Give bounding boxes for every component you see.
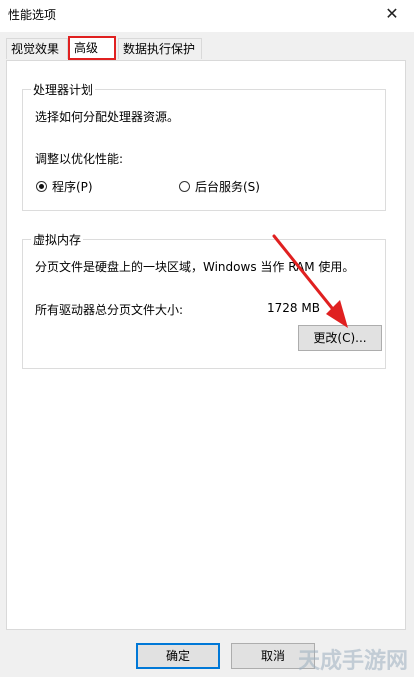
title-bar: 性能选项 ✕ bbox=[0, 0, 414, 32]
watermark: 天成手游网 bbox=[297, 649, 408, 674]
processor-scheduling-group: 处理器计划 选择如何分配处理器资源。 调整以优化性能: 程序(P) 后台服务(S… bbox=[22, 81, 386, 211]
virtual-memory-description: 分页文件是硬盘上的一块区域，Windows 当作 RAM 使用。 bbox=[35, 260, 355, 274]
processor-scheduling-title: 处理器计划 bbox=[31, 81, 96, 98]
window-title: 性能选项 bbox=[8, 8, 57, 22]
tab-advanced[interactable]: 高级 bbox=[68, 36, 116, 60]
virtual-memory-title: 虚拟内存 bbox=[31, 231, 84, 248]
tab-visual-effects[interactable]: 视觉效果 bbox=[6, 38, 68, 59]
ok-button[interactable]: 确定 bbox=[136, 643, 220, 669]
virtual-memory-group: 虚拟内存 分页文件是硬盘上的一块区域，Windows 当作 RAM 使用。 所有… bbox=[22, 231, 386, 369]
change-button[interactable]: 更改(C)... bbox=[298, 325, 382, 351]
processor-description: 选择如何分配处理器资源。 bbox=[35, 110, 180, 124]
radio-programs[interactable] bbox=[36, 181, 47, 192]
radio-programs-label[interactable]: 程序(P) bbox=[52, 178, 93, 195]
tab-data-execution-prevention[interactable]: 数据执行保护 bbox=[118, 38, 202, 59]
radio-background-services[interactable] bbox=[179, 181, 190, 192]
close-icon[interactable]: ✕ bbox=[374, 0, 410, 28]
paging-total-label: 所有驱动器总分页文件大小: bbox=[35, 303, 184, 317]
radio-background-services-label[interactable]: 后台服务(S) bbox=[195, 178, 260, 195]
tab-panel-advanced: 处理器计划 选择如何分配处理器资源。 调整以优化性能: 程序(P) 后台服务(S… bbox=[6, 60, 406, 630]
adjust-label: 调整以优化性能: bbox=[35, 152, 124, 166]
paging-total-value: 1728 MB bbox=[267, 301, 320, 315]
